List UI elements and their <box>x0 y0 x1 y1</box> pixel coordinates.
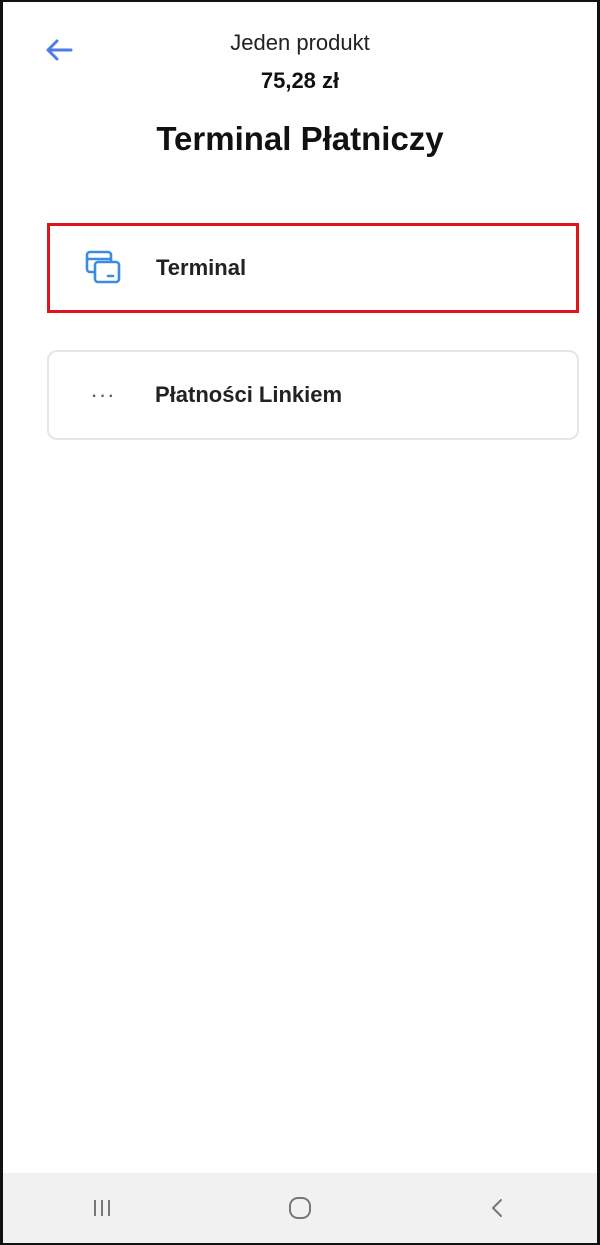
option-payment-link-label: Płatności Linkiem <box>155 382 343 407</box>
option-terminal-label: Terminal <box>156 255 247 280</box>
option-terminal[interactable]: Terminal <box>47 223 579 313</box>
recent-apps-button[interactable] <box>72 1178 132 1238</box>
product-count-label: Jeden produkt <box>230 30 370 55</box>
phone-screen: Jeden produkt 75,28 zł Terminal Płatnicz… <box>0 0 600 1245</box>
home-icon <box>289 1197 311 1219</box>
back-chevron-icon <box>492 1199 502 1217</box>
recent-apps-icon <box>94 1200 110 1216</box>
page-title: Terminal Płatniczy <box>156 120 444 157</box>
card-terminal-icon <box>82 246 126 290</box>
system-navigation-bar <box>3 1173 597 1243</box>
home-button[interactable] <box>270 1178 330 1238</box>
total-price: 75,28 zł <box>260 68 340 93</box>
header: Jeden produkt 75,28 zł Terminal Płatnicz… <box>3 2 597 202</box>
more-dots-icon: ··· <box>90 382 116 407</box>
option-payment-link[interactable]: ··· Płatności Linkiem <box>47 350 579 440</box>
nav-back-button[interactable] <box>468 1178 528 1238</box>
